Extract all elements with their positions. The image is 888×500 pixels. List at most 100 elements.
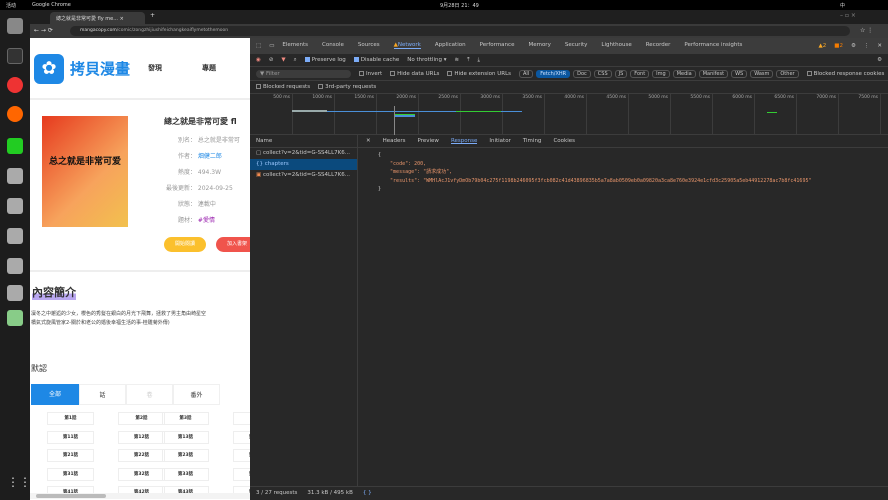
third-party-checkbox[interactable]: 3rd-party requests <box>318 84 376 90</box>
type-filter-ws[interactable]: WS <box>731 69 748 78</box>
devtools-tab-performance[interactable]: Performance <box>480 42 515 49</box>
terminal-icon[interactable] <box>7 48 23 64</box>
devtools-tab-sources[interactable]: Sources <box>358 42 380 49</box>
request-row[interactable]: ▢ collect?v=2&tid=G-SS4LL7K6... <box>250 148 357 159</box>
type-filter-img[interactable]: Img <box>652 69 670 78</box>
profile-icon[interactable]: ☆ ⋮ <box>860 27 873 34</box>
devtools-tab-elements[interactable]: Elements <box>282 42 308 49</box>
tab-episodes[interactable]: 話 <box>79 384 126 405</box>
type-filter-media[interactable]: Media <box>672 69 696 78</box>
comic-cover[interactable]: 总之就是非常可爱 <box>42 116 128 227</box>
import-icon[interactable]: ⤒ <box>467 57 469 64</box>
request-row[interactable]: ▣ collect?v=2&tid=G-SS4LL7K6... <box>250 170 357 181</box>
name-column-header[interactable]: Name <box>250 135 357 148</box>
files-icon[interactable] <box>7 18 23 34</box>
chapter-button[interactable]: 第3話 <box>162 412 209 425</box>
nav-icons[interactable]: ← → ⟳ <box>34 27 53 34</box>
type-filter-all[interactable]: All <box>519 69 534 78</box>
record-icon[interactable]: ◉ <box>256 57 261 63</box>
search-icon[interactable]: ⌕ <box>294 57 297 64</box>
activities-button[interactable]: 活动 <box>6 2 16 9</box>
hide-extension-urls-checkbox[interactable]: Hide extension URLs <box>447 70 511 77</box>
chapter-button[interactable]: 第34話 <box>233 467 250 481</box>
preserve-log-checkbox[interactable]: Preserve log <box>304 57 346 63</box>
detail-tab-initiator[interactable]: Initiator <box>489 138 510 144</box>
app-icon[interactable] <box>7 198 23 214</box>
type-filter-fetch-xhr[interactable]: Fetch/XHR <box>536 69 571 78</box>
window-controls[interactable]: – ▫ × <box>840 12 856 19</box>
app-icon[interactable] <box>7 258 23 274</box>
chapter-button[interactable]: 第14話 <box>233 430 250 444</box>
filter-icon[interactable]: ▼ <box>281 57 285 63</box>
chapter-button[interactable]: 第33話 <box>162 467 209 481</box>
app-icon[interactable] <box>7 285 23 301</box>
chapter-button[interactable]: 第22話 <box>118 449 165 462</box>
request-row-selected[interactable]: {} chapters <box>250 159 357 170</box>
firefox-icon[interactable] <box>7 106 23 122</box>
format-icon[interactable]: { } <box>363 490 372 497</box>
export-icon[interactable]: ⤓ <box>478 57 480 64</box>
devtools-tab-lighthouse[interactable]: Lighthouse <box>601 42 631 49</box>
chapter-button[interactable]: 第4話 <box>233 412 250 425</box>
type-filter-js[interactable]: JS <box>614 69 628 78</box>
tab-volumes[interactable]: 卷 <box>126 384 173 405</box>
type-filter-wasm[interactable]: Wasm <box>750 69 774 78</box>
devtools-tab-console[interactable]: Console <box>322 42 344 49</box>
app-icon[interactable] <box>7 168 23 184</box>
network-overview-timeline[interactable]: 500 ms 1000 ms 1500 ms 2000 ms 2500 ms 3000 m… <box>250 94 888 135</box>
clear-icon[interactable]: ⊘ <box>269 57 274 63</box>
add-bookshelf-button[interactable]: 加入書架 <box>216 237 250 252</box>
type-filter-doc[interactable]: Doc <box>573 69 591 78</box>
start-reading-button[interactable]: 開始閱讀 <box>164 237 206 252</box>
more-icon[interactable]: ⋮ <box>864 43 870 49</box>
tab-all[interactable]: 全部 <box>31 384 79 405</box>
inspect-icon[interactable]: ⬚ <box>256 43 261 49</box>
close-devtools-icon[interactable]: ✕ <box>877 43 882 49</box>
detail-tab-timing[interactable]: Timing <box>523 138 542 144</box>
devtools-tab-security[interactable]: Security <box>565 42 588 49</box>
response-body[interactable]: { "code": 200, "message": "請求成功", "resul… <box>358 149 888 487</box>
detail-tab-headers[interactable]: Headers <box>383 138 406 144</box>
devtools-tab-network[interactable]: ▲Network <box>393 42 421 49</box>
chapter-button[interactable]: 第1話 <box>47 412 94 425</box>
trash-icon[interactable] <box>7 310 23 326</box>
chapter-button[interactable]: 第21話 <box>47 449 94 462</box>
blocked-cookies-checkbox[interactable]: Blocked response cookies <box>806 70 884 77</box>
chapter-button[interactable]: 第2話 <box>118 412 165 425</box>
nav-topics[interactable]: 專題 <box>202 63 216 73</box>
url-input[interactable]: mangacopy.com/comic/zongzhijiushifeichan… <box>70 26 850 36</box>
device-toolbar-icon[interactable]: ▭ <box>269 43 274 49</box>
invert-checkbox[interactable]: Invert <box>359 70 382 77</box>
filter-input[interactable]: ▼ Filter <box>256 69 351 78</box>
author-link[interactable]: 畑健二郎 <box>198 153 222 160</box>
chapter-button[interactable]: 第24話 <box>233 449 250 462</box>
chapter-button[interactable]: 第23話 <box>162 449 209 462</box>
clock[interactable]: 9月28日 21：49 <box>440 2 479 9</box>
site-logo-icon[interactable]: ✿ <box>34 54 64 84</box>
type-filter-other[interactable]: Other <box>776 69 799 78</box>
close-icon[interactable]: × <box>120 16 124 22</box>
hide-data-urls-checkbox[interactable]: Hide data URLs <box>390 70 439 77</box>
devtools-tab-performance-insights[interactable]: Performance insights <box>684 42 742 49</box>
disable-cache-checkbox[interactable]: Disable cache <box>353 57 399 63</box>
close-detail-icon[interactable]: ✕ <box>366 138 371 144</box>
chapter-button[interactable]: 第13話 <box>162 430 209 444</box>
pycharm-icon[interactable] <box>7 138 23 154</box>
detail-tab-cookies[interactable]: Cookies <box>553 138 575 144</box>
new-tab-icon[interactable]: + <box>150 12 155 19</box>
app-icon[interactable] <box>7 228 23 244</box>
blocked-requests-checkbox[interactable]: Blocked requests <box>256 84 310 90</box>
tab-extras[interactable]: 番外 <box>173 384 220 405</box>
settings-icon[interactable]: ⚙ <box>851 43 856 49</box>
site-logo-text[interactable]: 拷貝漫畫 <box>70 58 130 79</box>
chapter-button[interactable]: 第31話 <box>47 467 94 481</box>
devtools-tab-memory[interactable]: Memory <box>528 42 550 49</box>
chrome-icon[interactable] <box>7 77 23 93</box>
detail-tab-preview[interactable]: Preview <box>418 138 439 144</box>
horizontal-scrollbar[interactable] <box>30 493 250 499</box>
detail-tab-response[interactable]: Response <box>450 138 478 144</box>
throttling-select[interactable]: No throttling ▾ <box>407 57 446 63</box>
issues-badge[interactable]: ■2 <box>834 43 843 49</box>
nav-discover[interactable]: 發現 <box>148 63 162 73</box>
network-settings-icon[interactable]: ⚙ <box>877 57 882 63</box>
